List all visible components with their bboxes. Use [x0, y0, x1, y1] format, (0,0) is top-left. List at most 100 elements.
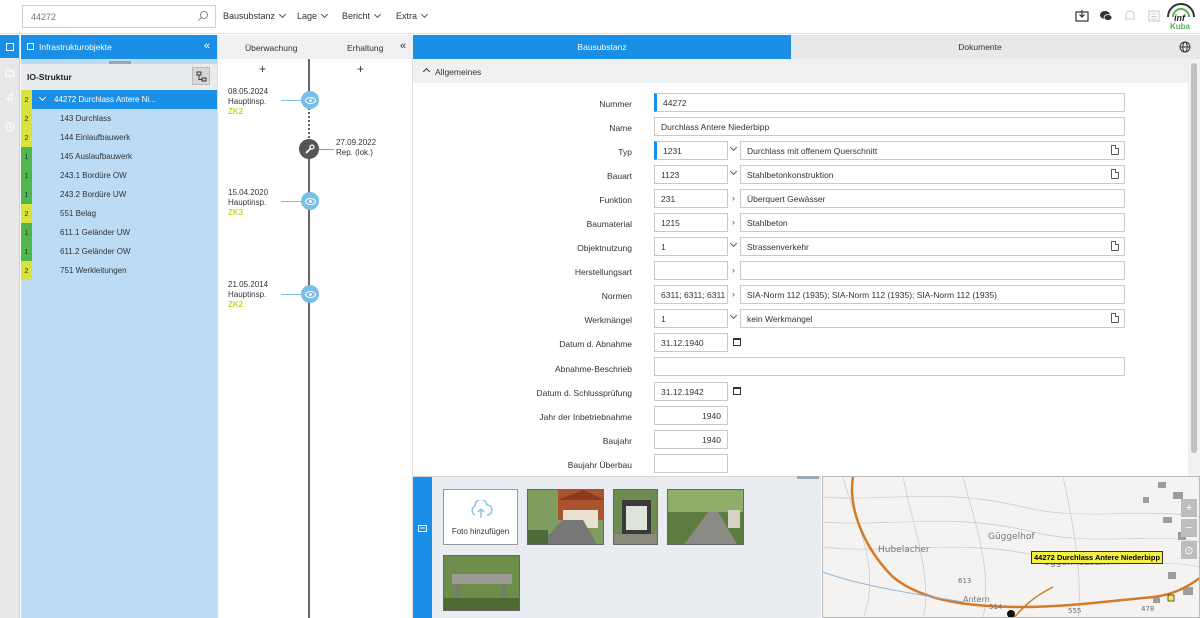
- menu-bausubstanz[interactable]: Bausubstanz: [223, 10, 287, 21]
- search-box[interactable]: [22, 5, 216, 28]
- strip-folder-button[interactable]: [0, 61, 19, 84]
- zoom-out-button[interactable]: −: [1181, 519, 1197, 537]
- map-height-label: 478: [1141, 605, 1155, 613]
- calendar-icon[interactable]: [733, 387, 741, 395]
- collapse-icon[interactable]: «: [400, 40, 406, 52]
- datum-abnahme-field[interactable]: 31.12.1940: [654, 333, 728, 352]
- timeline-entry[interactable]: 27.09.2022 Rep. (lok.): [336, 138, 376, 158]
- chevron-down-icon[interactable]: [38, 93, 47, 102]
- chevron-right-icon[interactable]: ›: [732, 193, 735, 203]
- abnahme-beschrieb-field[interactable]: [654, 357, 1125, 376]
- inspection-eye-icon[interactable]: [301, 192, 319, 210]
- add-ueberwachung-button[interactable]: +: [259, 62, 266, 76]
- document-icon[interactable]: [1111, 145, 1119, 155]
- tree-structure-button[interactable]: [192, 67, 210, 85]
- zk-badge: 2: [21, 90, 32, 109]
- menu-lage[interactable]: Lage: [297, 10, 329, 21]
- timeline-entry[interactable]: 08.05.2024 Hauptinsp. ZK2: [228, 87, 268, 117]
- baumaterial-code-field[interactable]: 1215: [654, 213, 728, 232]
- add-photo-label: Foto hinzufügen: [451, 527, 510, 536]
- typ-text-field[interactable]: Durchlass mit offenem Querschnitt: [740, 141, 1125, 160]
- typ-code-select[interactable]: 1231: [654, 141, 728, 160]
- zk-badge: 1: [21, 185, 32, 204]
- tab-dokumente[interactable]: Dokumente: [791, 35, 1169, 59]
- search-input[interactable]: [23, 6, 183, 27]
- download-icon[interactable]: [1075, 9, 1089, 23]
- baujahr-ueberbau-field[interactable]: [654, 454, 728, 473]
- list-icon[interactable]: [1147, 9, 1161, 23]
- photo-thumbnail[interactable]: [613, 489, 658, 545]
- strip-objects-button[interactable]: [0, 35, 19, 58]
- chat-icon[interactable]: [1099, 9, 1113, 23]
- document-icon[interactable]: [1111, 313, 1119, 323]
- strip-history-button[interactable]: [0, 115, 19, 138]
- resize-grip[interactable]: [797, 476, 819, 479]
- photo-thumbnail[interactable]: [443, 555, 520, 611]
- chevron-down-icon[interactable]: [729, 143, 738, 152]
- tree-item[interactable]: 1 243.1 Bordüre OW: [21, 166, 217, 185]
- chevron-down-icon[interactable]: [729, 239, 738, 248]
- objektnutzung-code-select[interactable]: 1: [654, 237, 728, 256]
- normen-text-field[interactable]: SIA-Norm 112 (1935); SIA-Norm 112 (1935)…: [740, 285, 1125, 304]
- werkmaengel-text-field[interactable]: kein Werkmangel: [740, 309, 1125, 328]
- menu-extra[interactable]: Extra: [396, 10, 429, 21]
- jahr-inbetriebnahme-field[interactable]: 1940: [654, 406, 728, 425]
- history-icon: [4, 121, 15, 132]
- bauart-code-select[interactable]: 1123: [654, 165, 728, 184]
- photo-thumbnail[interactable]: [527, 489, 604, 545]
- map-panel[interactable]: Güggelhof Hubelacher Oggenhäusern Antern…: [822, 476, 1200, 618]
- tree-item[interactable]: 1 243.2 Bordüre UW: [21, 185, 217, 204]
- tree-item[interactable]: 2 143 Durchlass: [21, 109, 217, 128]
- objektnutzung-text-field[interactable]: Strassenverkehr: [740, 237, 1125, 256]
- chevron-right-icon[interactable]: ›: [732, 265, 735, 275]
- chevron-down-icon[interactable]: [729, 311, 738, 320]
- bauart-text-field[interactable]: Stahlbetonkonstruktion: [740, 165, 1125, 184]
- zoom-in-button[interactable]: +: [1181, 499, 1197, 517]
- herstellungsart-code-field[interactable]: [654, 261, 728, 280]
- strip-swap-button[interactable]: [0, 85, 19, 108]
- image-icon[interactable]: [418, 525, 427, 532]
- search-icon[interactable]: [197, 10, 209, 22]
- add-erhaltung-button[interactable]: +: [357, 62, 364, 76]
- normen-code-field[interactable]: 6311; 6311; 6311: [654, 285, 728, 304]
- tree-item-root[interactable]: 2 44272 Durchlass Antere Ni...: [21, 90, 217, 109]
- baujahr-field[interactable]: 1940: [654, 430, 728, 449]
- timeline-entry[interactable]: 15.04.2020 Hauptinsp. ZK3: [228, 188, 268, 218]
- tree-item[interactable]: 1 611.2 Geländer OW: [21, 242, 217, 261]
- name-field[interactable]: Durchlass Antere Niederbipp: [654, 117, 1125, 136]
- photo-thumbnail[interactable]: [667, 489, 744, 545]
- tab-bausubstanz[interactable]: Bausubstanz: [413, 35, 791, 59]
- funktion-text-field[interactable]: Überquert Gewässer: [740, 189, 1125, 208]
- tree-item[interactable]: 1 611.1 Geländer UW: [21, 223, 217, 242]
- calendar-icon[interactable]: [733, 338, 741, 346]
- datum-schlusspruefung-field[interactable]: 31.12.1942: [654, 382, 728, 401]
- chevron-right-icon[interactable]: ›: [732, 289, 735, 299]
- chevron-down-icon[interactable]: [729, 167, 738, 176]
- inspection-eye-icon[interactable]: [301, 285, 319, 303]
- label-datum-schlusspruefung: Datum d. Schlussprüfung: [536, 388, 632, 398]
- inspection-eye-icon[interactable]: [301, 91, 319, 109]
- document-icon[interactable]: [1111, 169, 1119, 179]
- collapse-icon[interactable]: «: [204, 40, 210, 52]
- nummer-field[interactable]: 44272: [654, 93, 1125, 112]
- tree-item[interactable]: 2 751 Werkleitungen: [21, 261, 217, 280]
- werkmaengel-code-select[interactable]: 1: [654, 309, 728, 328]
- globe-button[interactable]: [1169, 35, 1200, 59]
- baumaterial-text-field[interactable]: Stahlbeton: [740, 213, 1125, 232]
- add-photo-button[interactable]: Foto hinzufügen: [443, 489, 518, 545]
- document-icon[interactable]: [1111, 241, 1119, 251]
- locate-button[interactable]: ⊙: [1181, 541, 1197, 559]
- tree-item[interactable]: 2 551 Belag: [21, 204, 217, 223]
- menu-bericht[interactable]: Bericht: [342, 10, 382, 21]
- chevron-right-icon[interactable]: ›: [732, 217, 735, 227]
- bell-icon[interactable]: [1123, 9, 1137, 23]
- tree-item[interactable]: 2 144 Einlaufbauwerk: [21, 128, 217, 147]
- funktion-code-field[interactable]: 231: [654, 189, 728, 208]
- wrench-icon[interactable]: [299, 139, 319, 159]
- herstellungsart-text-field[interactable]: [740, 261, 1125, 280]
- section-header-allgemeines[interactable]: Allgemeines: [413, 59, 1188, 83]
- map-pin-label[interactable]: 44272 Durchlass Antere Niederbipp: [1031, 551, 1164, 564]
- tree-item[interactable]: 1 145 Auslaufbauwerk: [21, 147, 217, 166]
- scrollbar-thumb[interactable]: [1191, 63, 1197, 453]
- timeline-entry[interactable]: 21.05.2014 Hauptinsp. ZK2: [228, 280, 268, 310]
